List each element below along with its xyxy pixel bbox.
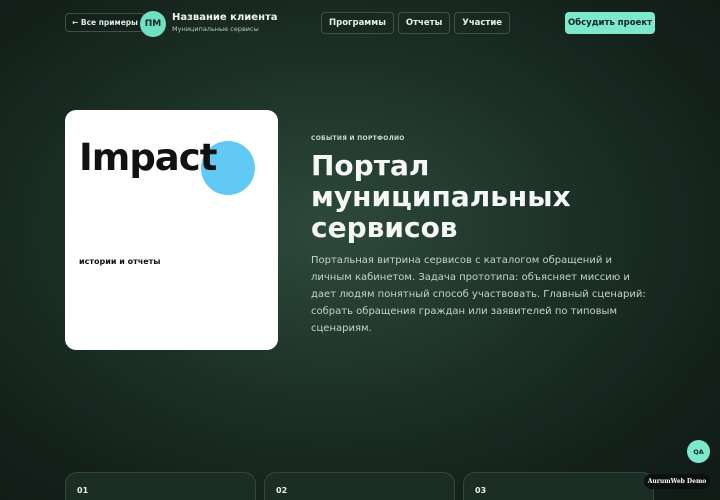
hero-image-card: Impact истории и отчеты <box>65 110 278 350</box>
site-header: ← Все примеры ПМ Название клиента Муници… <box>0 0 720 48</box>
demo-badge[interactable]: AurumWeb Demo <box>644 474 710 489</box>
step-card[interactable]: 02 <box>264 472 455 500</box>
page-title: Портал муниципальных сервисов <box>311 149 571 244</box>
discuss-project-button[interactable]: Обсудить проект <box>565 12 655 34</box>
back-to-examples-button[interactable]: ← Все примеры <box>65 13 145 32</box>
nav-item-reports[interactable]: Отчеты <box>397 12 451 34</box>
step-number: 03 <box>475 486 487 495</box>
step-card[interactable]: 01 <box>65 472 256 500</box>
hero-card-caption: истории и отчеты <box>79 257 161 266</box>
step-number: 01 <box>77 486 89 495</box>
client-name: Название клиента <box>172 12 278 23</box>
qa-button[interactable]: QA <box>687 440 710 463</box>
nav-item-participation[interactable]: Участие <box>454 12 511 34</box>
step-card[interactable]: 03 <box>463 472 654 500</box>
hero-card-word: Impact <box>79 136 217 179</box>
hero-description: Портальная витрина сервисов с каталогом … <box>311 255 646 334</box>
client-subtitle: Муниципальные сервисы <box>172 25 259 33</box>
hero-eyebrow: СОБЫТИЯ И ПОРТФОЛИО <box>311 135 405 142</box>
client-logo-badge[interactable]: ПМ <box>140 11 166 37</box>
nav-item-programs[interactable]: Программы <box>321 12 394 34</box>
main-nav: Программы Отчеты Участие <box>321 12 511 34</box>
step-number: 02 <box>276 486 288 495</box>
